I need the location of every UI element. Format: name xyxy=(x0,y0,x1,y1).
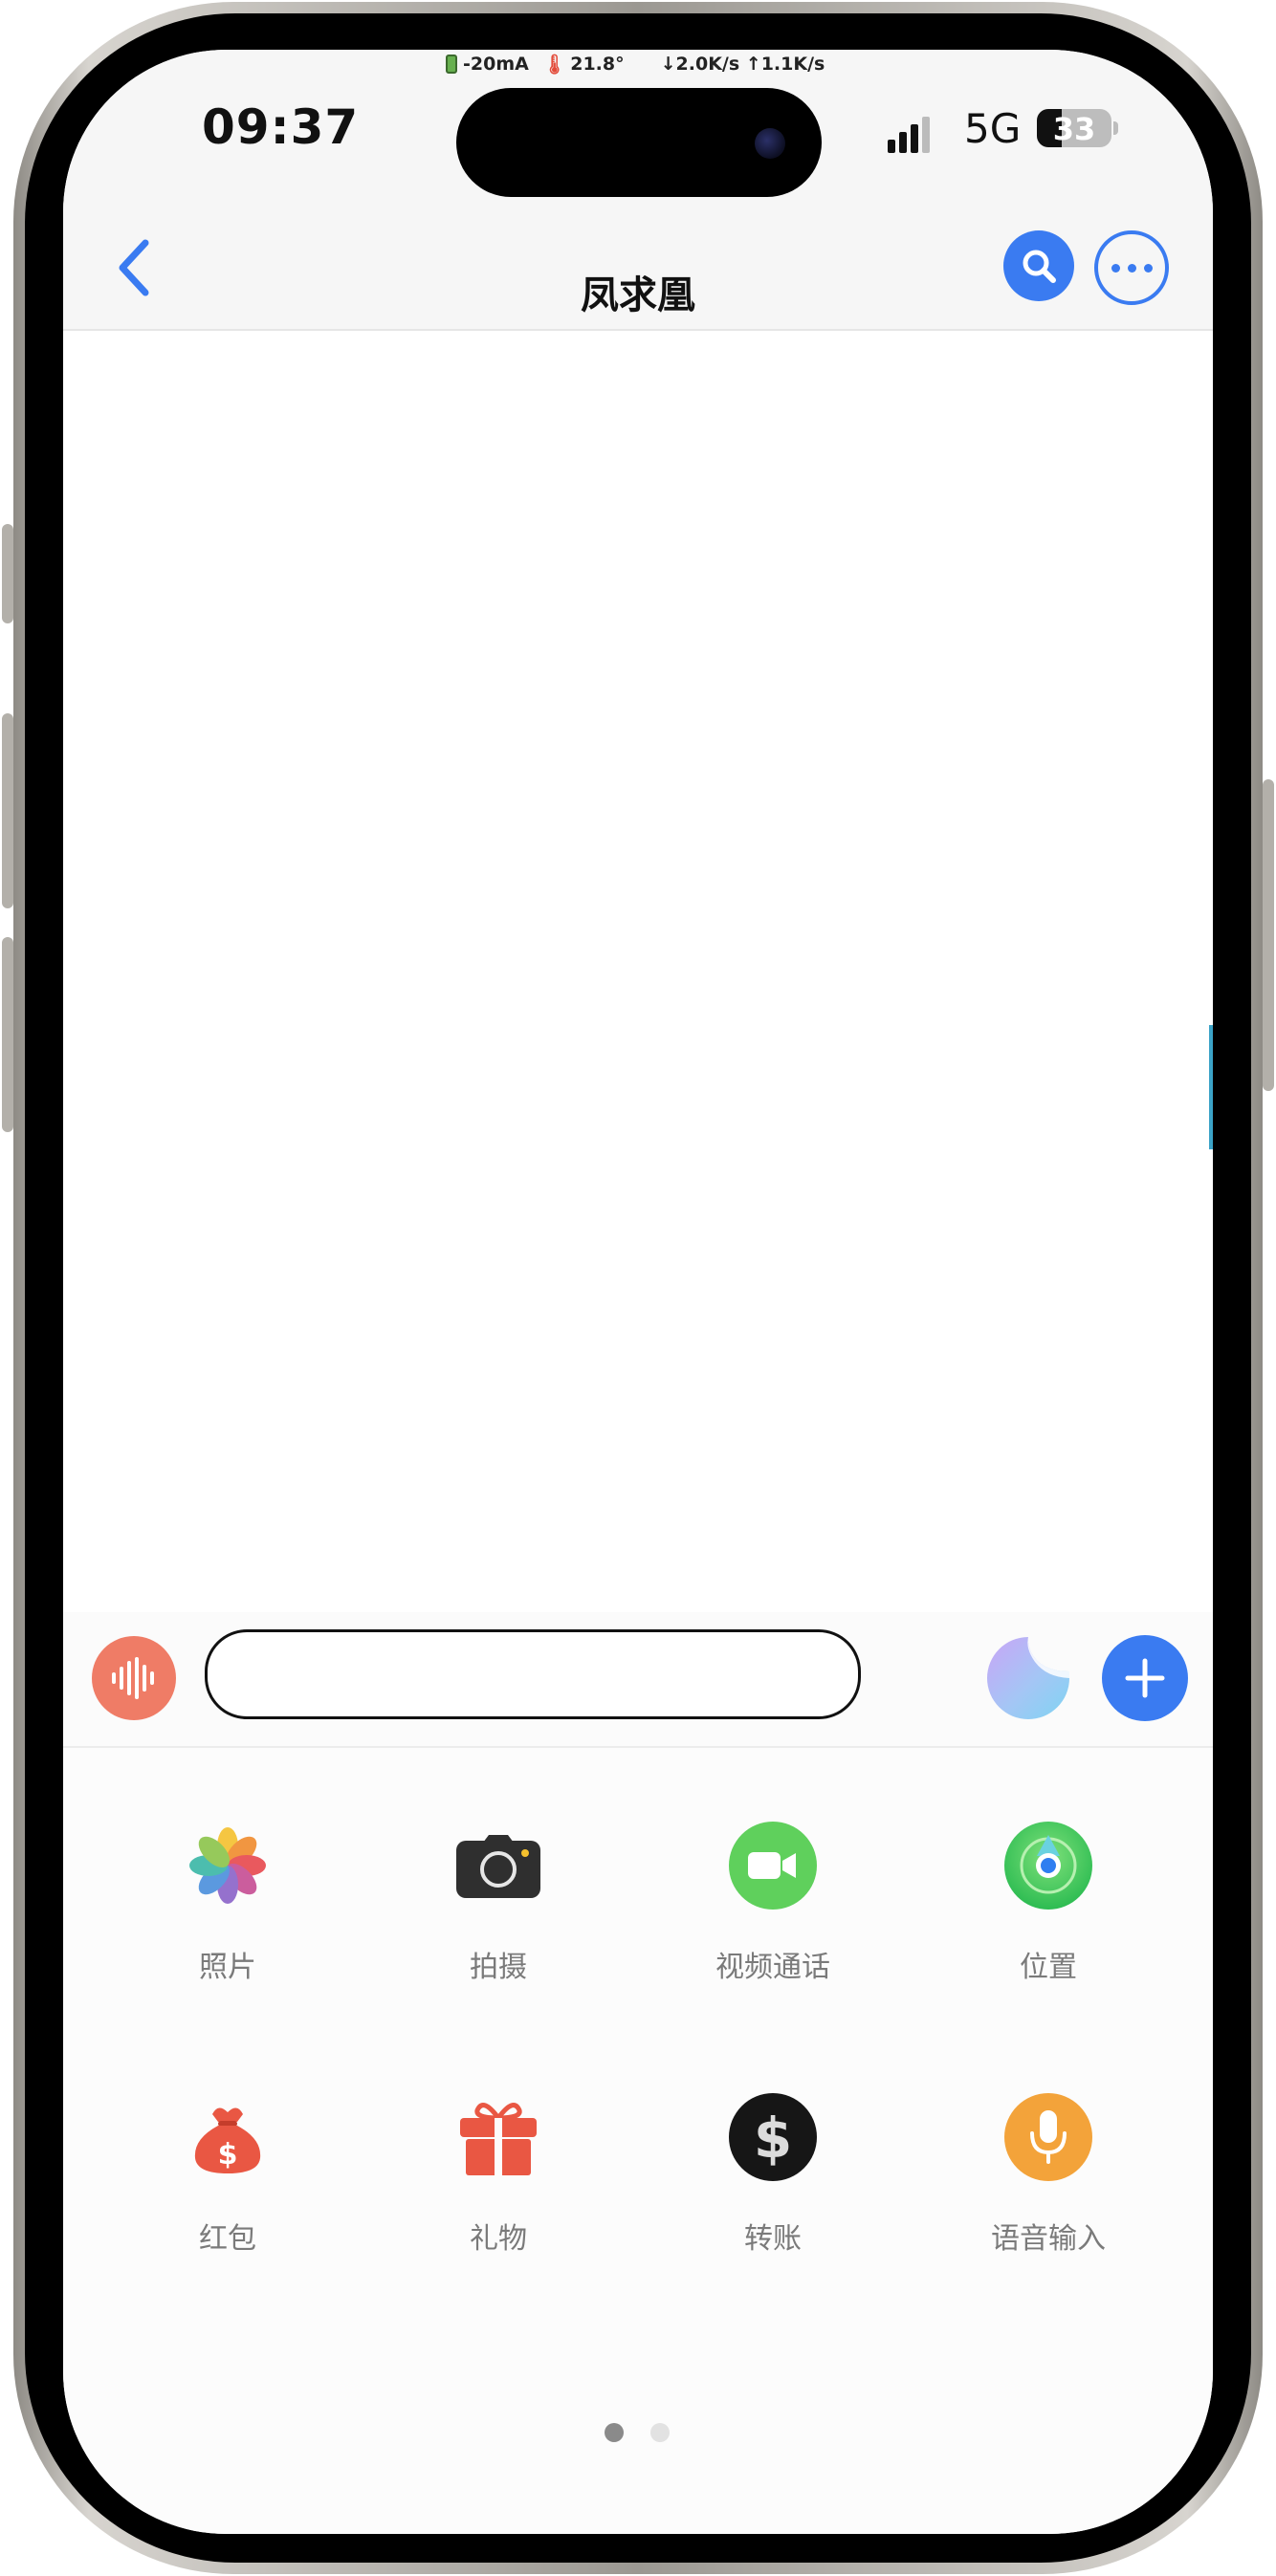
input-bar xyxy=(63,1612,1213,1748)
cellular-signal-icon xyxy=(888,117,930,153)
screen: -20mA 🌡 21.8° ↓2.0K/s ↑1.1K/s 09:37 5G 3… xyxy=(63,50,1213,2534)
panel-item-label: 转账 xyxy=(744,2222,802,2256)
panel-item-voice-input[interactable]: 语音输入 xyxy=(953,2062,1144,2291)
page-dot[interactable] xyxy=(650,2423,670,2442)
voice-waveform-icon xyxy=(112,1657,154,1699)
navigation-header: -20mA 🌡 21.8° ↓2.0K/s ↑1.1K/s 09:37 5G 3… xyxy=(63,50,1213,331)
thermometer-icon: 🌡 xyxy=(541,53,567,76)
page-indicator xyxy=(605,2423,670,2442)
sticker-button[interactable] xyxy=(983,1633,1073,1723)
panel-item-label: 礼物 xyxy=(470,2222,527,2256)
transfer-icon: $ xyxy=(729,2093,817,2181)
message-input[interactable] xyxy=(205,1629,861,1719)
location-icon xyxy=(1004,1822,1092,1910)
photos-icon xyxy=(184,1822,272,1910)
action-button xyxy=(2,524,13,623)
volume-down-button xyxy=(2,937,13,1132)
network-type: 5G xyxy=(964,105,1022,152)
front-camera-icon xyxy=(755,128,785,159)
more-icon xyxy=(1108,263,1156,273)
svg-text:$: $ xyxy=(754,2106,792,2171)
function-panel: 照片 拍摄 视频通话 位置 $ 红包 礼物 $ 转账 语音输入 xyxy=(63,1748,1213,2534)
microphone-icon xyxy=(1004,2093,1092,2181)
battery-level: 33 xyxy=(1052,111,1096,147)
panel-item-gift[interactable]: 礼物 xyxy=(403,2062,594,2291)
panel-item-label: 语音输入 xyxy=(991,2222,1106,2256)
device-status-overlay: -20mA 🌡 21.8° ↓2.0K/s ↑1.1K/s xyxy=(446,50,847,78)
current-draw: -20mA xyxy=(463,54,529,75)
panel-item-label: 红包 xyxy=(199,2222,256,2256)
search-icon xyxy=(1023,250,1056,283)
voice-button[interactable] xyxy=(92,1636,176,1720)
gift-icon xyxy=(454,2093,542,2181)
camera-icon xyxy=(454,1822,542,1910)
panel-item-photos[interactable]: 照片 xyxy=(132,1790,323,2019)
panel-item-transfer[interactable]: $ 转账 xyxy=(677,2062,869,2291)
status-time: 09:37 xyxy=(202,99,360,155)
battery-icon: 33 xyxy=(1037,109,1111,147)
svg-text:$: $ xyxy=(218,2138,238,2172)
panel-item-label: 位置 xyxy=(1020,1951,1077,1984)
search-button[interactable] xyxy=(1003,230,1074,301)
page-dot-active[interactable] xyxy=(605,2423,624,2442)
volume-up-button xyxy=(2,713,13,908)
more-functions-button[interactable] xyxy=(1102,1635,1188,1721)
battery-tip xyxy=(1113,121,1118,135)
panel-item-location[interactable]: 位置 xyxy=(953,1790,1144,2019)
plus-icon xyxy=(1125,1658,1165,1698)
power-button xyxy=(1263,779,1274,1091)
panel-item-label: 拍摄 xyxy=(470,1951,527,1984)
temperature: 21.8° xyxy=(570,54,625,75)
network-speed: ↓2.0K/s ↑1.1K/s xyxy=(660,54,825,75)
video-call-icon xyxy=(729,1822,817,1910)
red-packet-icon: $ xyxy=(184,2093,272,2181)
sticker-icon xyxy=(987,1637,1069,1719)
panel-item-camera[interactable]: 拍摄 xyxy=(403,1790,594,2019)
panel-item-label: 照片 xyxy=(199,1951,256,1984)
panel-item-red-packet[interactable]: $ 红包 xyxy=(132,2062,323,2291)
message-list[interactable] xyxy=(63,331,1213,1612)
panel-item-video-call[interactable]: 视频通话 xyxy=(677,1790,869,2019)
home-indicator-edge xyxy=(1209,1025,1213,1149)
dynamic-island xyxy=(456,88,822,197)
panel-item-label: 视频通话 xyxy=(715,1951,830,1984)
battery-mini-icon xyxy=(446,55,457,74)
more-button[interactable] xyxy=(1094,230,1169,305)
